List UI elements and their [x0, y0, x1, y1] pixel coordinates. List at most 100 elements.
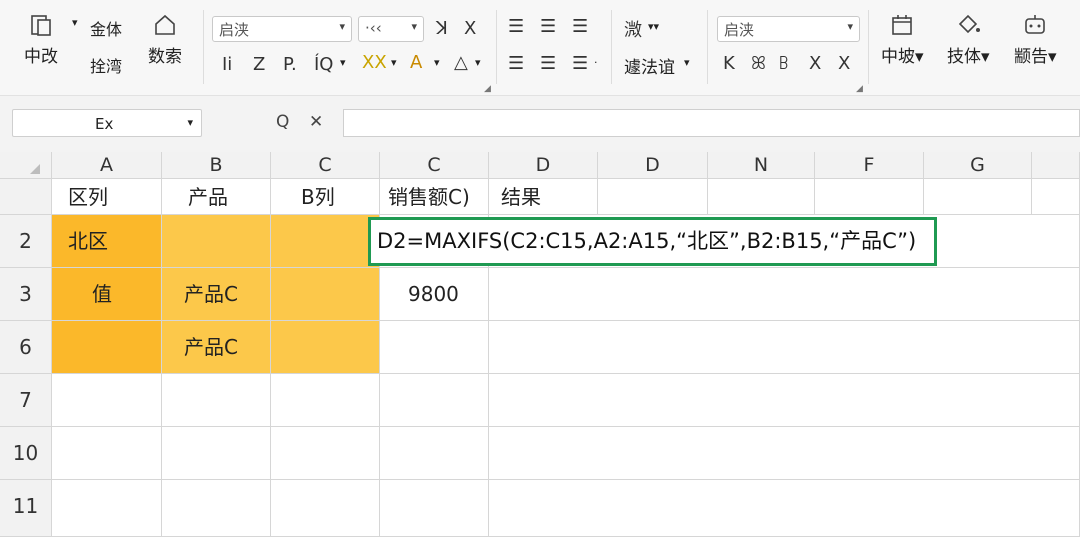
cell[interactable] — [489, 321, 1080, 374]
cell-c6[interactable] — [271, 321, 380, 374]
font-name-select[interactable]: 启浃 ▾ — [212, 16, 352, 42]
column-header[interactable]: N — [708, 152, 815, 179]
row-header[interactable]: 10 — [0, 427, 52, 480]
cell-header-b[interactable]: 产品 — [162, 179, 271, 215]
shrink-font-icon[interactable]: Ⅹ — [464, 18, 476, 39]
cell[interactable] — [1032, 179, 1080, 215]
font-color-dropdown-icon[interactable]: ▾ — [434, 56, 440, 69]
font-color-icon[interactable]: A — [410, 52, 422, 73]
column-header[interactable]: B — [162, 152, 271, 179]
row-header[interactable]: 3 — [0, 268, 52, 321]
row-header[interactable]: 6 — [0, 321, 52, 374]
font-size-select[interactable]: ·‹‹ ▾ — [358, 16, 424, 42]
row-header[interactable] — [0, 179, 52, 215]
insert-row-icon[interactable]: K — [723, 53, 735, 74]
border-icon[interactable]: ÍQ — [314, 54, 333, 75]
align-middle-icon[interactable]: ☰ — [540, 16, 556, 37]
align-dropdown-icon[interactable]: · — [594, 56, 598, 69]
column-header[interactable]: F — [815, 152, 924, 179]
row-header[interactable]: 2 — [0, 215, 52, 268]
clear-icon[interactable]: △ — [454, 52, 468, 73]
cut-label[interactable]: 拴湾 — [90, 53, 122, 77]
clear-dropdown-icon[interactable]: ▾ — [475, 56, 481, 69]
align-bottom-icon[interactable]: ☰ — [572, 16, 588, 37]
align-right-icon[interactable]: ☰ — [572, 53, 588, 74]
dialog-launcher-icon[interactable]: ◢ — [484, 84, 491, 94]
wrap-text-icon[interactable]: 溦 — [624, 16, 642, 42]
cell-c2[interactable] — [271, 215, 380, 268]
format-painter-label[interactable]: 金体 — [90, 16, 122, 40]
cell[interactable] — [598, 179, 708, 215]
fill-color-icon[interactable]: ⅩⅩ — [362, 52, 387, 73]
filter-dropdown-icon[interactable]: ▾ — [684, 56, 690, 69]
cell-b3[interactable]: 产品C — [162, 268, 271, 321]
wrap-dropdown-icon[interactable]: ▾▾ — [648, 20, 659, 33]
cell[interactable] — [162, 374, 271, 427]
cell[interactable] — [162, 427, 271, 480]
cell[interactable] — [489, 427, 1080, 480]
border-dropdown-icon[interactable]: ▾ — [340, 56, 346, 69]
cell-c3-value[interactable]: 9800 — [380, 268, 489, 321]
row-header[interactable]: 7 — [0, 374, 52, 427]
cell[interactable] — [271, 374, 380, 427]
more-button[interactable]: 颛告▾ — [1014, 10, 1057, 67]
cell[interactable] — [52, 427, 162, 480]
column-header[interactable] — [1032, 152, 1080, 179]
insert-button[interactable]: 中坡▾ — [881, 10, 924, 67]
cell[interactable] — [380, 374, 489, 427]
cell[interactable] — [489, 480, 1080, 537]
tools-button[interactable]: 技体▾ — [947, 10, 990, 67]
grow-font-icon[interactable]: ꓘ — [436, 18, 448, 39]
cell[interactable] — [380, 480, 489, 537]
cell-a2[interactable]: 北区 — [52, 215, 162, 268]
column-header[interactable]: C — [271, 152, 380, 179]
cell-header-a[interactable]: 区列 — [52, 179, 162, 215]
cell[interactable] — [708, 179, 815, 215]
delete-row-icon[interactable]: ꕗ — [779, 53, 789, 74]
cell[interactable] — [924, 179, 1032, 215]
cell-header-c[interactable]: B列 — [271, 179, 380, 215]
formula-input[interactable] — [343, 109, 1080, 137]
cell-b2[interactable] — [162, 215, 271, 268]
cell-header-d[interactable]: 结果 — [489, 179, 598, 215]
column-header[interactable]: C — [380, 152, 489, 179]
cell[interactable] — [271, 480, 380, 537]
cell-a3[interactable]: 值 — [52, 268, 162, 321]
fill-dropdown-icon[interactable]: ▾ — [391, 56, 397, 69]
delete-column-icon[interactable]: Ⅹ — [809, 53, 821, 74]
align-top-icon[interactable]: ☰ — [508, 16, 524, 37]
cell[interactable] — [489, 268, 1080, 321]
name-box[interactable]: Ex ▾ — [12, 109, 202, 137]
cell[interactable] — [52, 480, 162, 537]
cell[interactable] — [380, 321, 489, 374]
paste-button[interactable]: 中改 — [24, 10, 58, 67]
row-header[interactable]: 11 — [0, 480, 52, 537]
cell[interactable] — [489, 374, 1080, 427]
paste-dropdown-icon[interactable]: ▾ — [72, 16, 78, 29]
select-all-corner[interactable] — [0, 152, 52, 179]
cell-style-select[interactable]: 启浃 ▾ — [717, 16, 860, 42]
cell[interactable] — [380, 427, 489, 480]
underline-icon[interactable]: P. — [283, 54, 297, 75]
column-header[interactable]: A — [52, 152, 162, 179]
number-format-button[interactable]: 数索 — [148, 10, 182, 67]
cell[interactable] — [52, 374, 162, 427]
clear-format-icon[interactable]: Ⅹ — [838, 53, 850, 74]
align-center-icon[interactable]: ☰ — [540, 53, 556, 74]
cell-c3[interactable] — [271, 268, 380, 321]
cell[interactable] — [271, 427, 380, 480]
align-left-icon[interactable]: ☰ — [508, 53, 524, 74]
close-icon[interactable]: ✕ — [309, 112, 323, 132]
insert-column-icon[interactable]: ꕤ — [751, 53, 766, 74]
italic-icon[interactable]: Z — [253, 54, 265, 75]
bold-icon[interactable]: Ii — [222, 54, 232, 75]
cell-a6[interactable] — [52, 321, 162, 374]
cell[interactable] — [162, 480, 271, 537]
cell-b6[interactable]: 产品C — [162, 321, 271, 374]
cell-header-c2[interactable]: 销售额C) — [380, 179, 489, 215]
filter-label[interactable]: 遽法谊 — [624, 53, 675, 78]
zoom-icon[interactable]: Q — [276, 112, 289, 132]
column-header[interactable]: G — [924, 152, 1032, 179]
dialog-launcher-icon[interactable]: ◢ — [856, 84, 863, 94]
column-header[interactable]: D — [598, 152, 708, 179]
